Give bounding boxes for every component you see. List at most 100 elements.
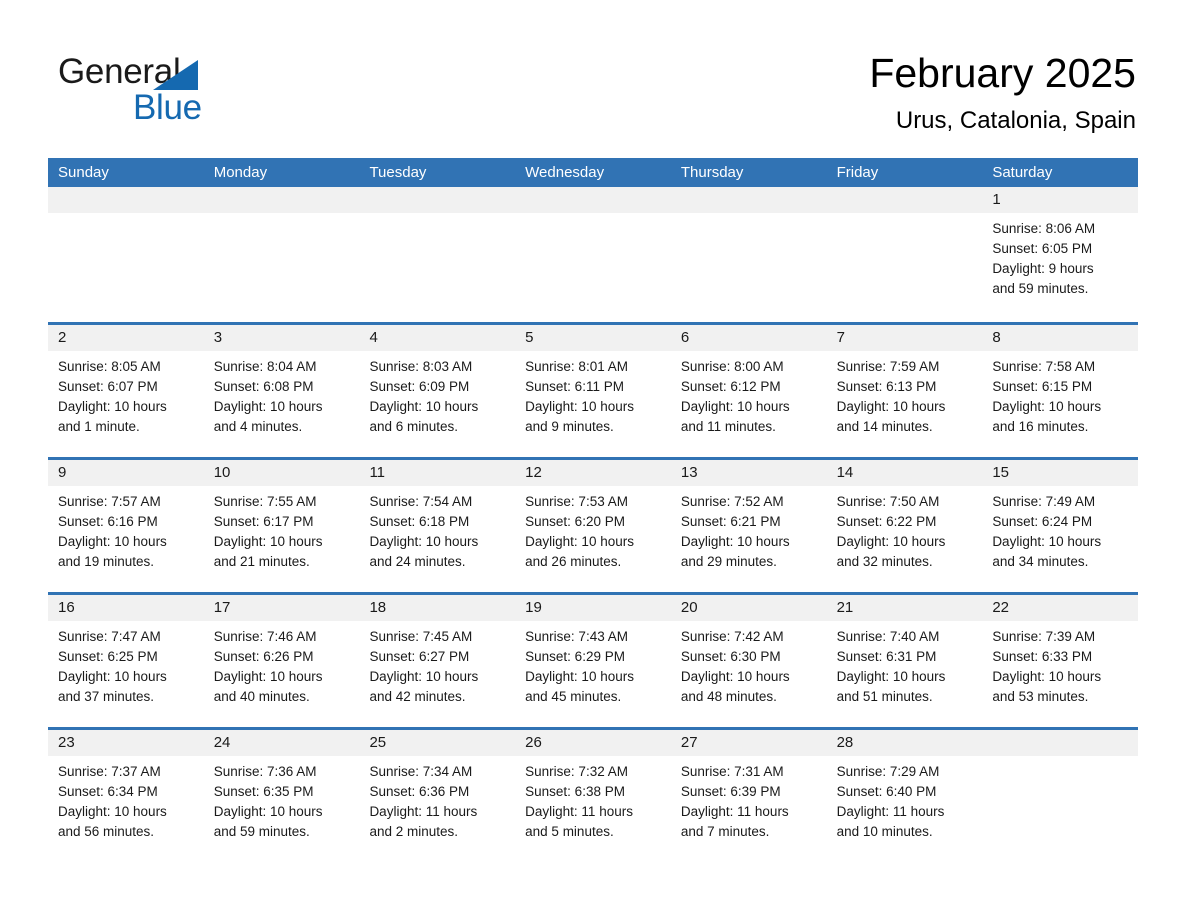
day-cell-15[interactable]: 15 Sunrise: 7:49 AM Sunset: 6:24 PM Dayligh… (982, 460, 1139, 592)
day-number: 24 (213, 734, 231, 751)
day-cell-22[interactable]: 22 Sunrise: 7:39 AM Sunset: 6:33 PM Dayligh… (982, 595, 1139, 727)
day-detail-line: and 6 minutes. (369, 419, 458, 434)
day-detail-line: Daylight: 10 hours (680, 669, 790, 684)
day-detail-line: Sunrise: 7:52 AM (680, 494, 784, 509)
day-detail-line: Daylight: 10 hours (525, 399, 634, 414)
day-detail-line: and 26 minutes. (525, 554, 622, 569)
day-number-band (359, 187, 516, 213)
day-cell-19[interactable]: 19 Sunrise: 7:43 AM Sunset: 6:29 PM Dayligh… (515, 595, 671, 727)
calendar-week-row: 16 Sunrise: 7:47 AM Sunset: 6:25 PM Dayligh… (48, 592, 1139, 727)
day-detail-line: Daylight: 10 hours (992, 534, 1102, 549)
day-number-band (670, 187, 827, 213)
day-cell-16[interactable]: 16 Sunrise: 7:47 AM Sunset: 6:25 PM Dayligh… (48, 595, 204, 727)
day-detail-line: and 19 minutes. (58, 554, 155, 569)
day-cell-12[interactable]: 12 Sunrise: 7:53 AM Sunset: 6:20 PM Dayligh… (515, 460, 671, 592)
day-number: 7 (836, 329, 845, 346)
day-details (48, 213, 204, 219)
day-number: 4 (369, 329, 378, 346)
day-number: 8 (992, 329, 1001, 346)
day-details: Sunrise: 7:36 AM Sunset: 6:35 PM Daylight:… (204, 756, 360, 842)
day-detail-line: Sunrise: 7:49 AM (992, 494, 1096, 509)
day-detail-line: Sunrise: 7:46 AM (213, 629, 317, 644)
page-title: February 2025 (869, 50, 1136, 96)
day-cell-21[interactable]: 21 Sunrise: 7:40 AM Sunset: 6:31 PM Dayligh… (826, 595, 983, 727)
day-cell-8[interactable]: 8 Sunrise: 7:58 AM Sunset: 6:15 PM Daylight… (982, 325, 1139, 457)
day-detail-line: Sunset: 6:13 PM (836, 379, 937, 394)
day-details: Sunrise: 7:57 AM Sunset: 6:16 PM Daylight:… (48, 486, 204, 572)
day-detail-line: and 10 minutes. (836, 824, 933, 839)
day-number: 1 (992, 191, 1001, 208)
day-detail-line: and 1 minute. (58, 419, 140, 434)
day-detail-line: Sunset: 6:40 PM (836, 784, 937, 799)
day-cell-9[interactable]: 9 Sunrise: 7:57 AM Sunset: 6:16 PM Daylight… (48, 460, 204, 592)
day-detail-line: Daylight: 10 hours (836, 669, 946, 684)
weekday-header-saturday: Saturday (992, 164, 1053, 181)
day-details (671, 213, 827, 219)
day-cell-empty (670, 187, 827, 322)
day-detail-line: Sunrise: 7:47 AM (58, 629, 161, 644)
day-detail-line: Sunrise: 7:40 AM (836, 629, 940, 644)
day-details (204, 213, 360, 219)
day-cell-23[interactable]: 23 Sunrise: 7:37 AM Sunset: 6:34 PM Dayligh… (48, 730, 204, 858)
day-cell-6[interactable]: 6 Sunrise: 8:00 AM Sunset: 6:12 PM Daylight… (670, 325, 827, 457)
day-detail-line: Sunrise: 7:54 AM (369, 494, 473, 509)
day-cell-27[interactable]: 27 Sunrise: 7:31 AM Sunset: 6:39 PM Dayligh… (670, 730, 827, 858)
day-detail-line: Daylight: 10 hours (680, 399, 790, 414)
day-detail-line: and 37 minutes. (58, 689, 155, 704)
day-detail-line: Daylight: 11 hours (680, 804, 789, 819)
day-number-band (515, 187, 671, 213)
weekday-header-friday: Friday (836, 164, 879, 181)
day-cell-1[interactable]: 1 Sunrise: 8:06 AM Sunset: 6:05 PM Daylight… (982, 187, 1139, 322)
day-cell-4[interactable]: 4 Sunrise: 8:03 AM Sunset: 6:09 PM Daylight… (359, 325, 516, 457)
day-detail-line: and 34 minutes. (992, 554, 1089, 569)
day-number: 10 (213, 464, 231, 481)
day-detail-line: Sunset: 6:39 PM (680, 784, 781, 799)
day-number-band: 18 (359, 595, 516, 621)
day-number: 20 (680, 599, 698, 616)
day-number: 15 (992, 464, 1009, 481)
day-cell-20[interactable]: 20 Sunrise: 7:42 AM Sunset: 6:30 PM Dayligh… (670, 595, 827, 727)
day-cell-7[interactable]: 7 Sunrise: 7:59 AM Sunset: 6:13 PM Daylight… (826, 325, 983, 457)
calendar-week-row: 23 Sunrise: 7:37 AM Sunset: 6:34 PM Dayligh… (48, 727, 1139, 858)
day-detail-line: Sunset: 6:08 PM (213, 379, 314, 394)
day-cell-11[interactable]: 11 Sunrise: 7:54 AM Sunset: 6:18 PM Dayligh… (359, 460, 516, 592)
day-cell-24[interactable]: 24 Sunrise: 7:36 AM Sunset: 6:35 PM Dayligh… (203, 730, 360, 858)
day-detail-line: Sunrise: 7:43 AM (525, 629, 628, 644)
day-cell-28[interactable]: 28 Sunrise: 7:29 AM Sunset: 6:40 PM Dayligh… (826, 730, 983, 858)
day-detail-line: Daylight: 10 hours (992, 399, 1102, 414)
day-number-band: 15 (982, 460, 1139, 486)
day-detail-line: Daylight: 10 hours (680, 534, 790, 549)
day-number-band: 14 (826, 460, 983, 486)
day-details: Sunrise: 7:58 AM Sunset: 6:15 PM Daylight:… (982, 351, 1138, 437)
day-cell-5[interactable]: 5 Sunrise: 8:01 AM Sunset: 6:11 PM Daylight… (515, 325, 671, 457)
day-cell-10[interactable]: 10 Sunrise: 7:55 AM Sunset: 6:17 PM Dayligh… (203, 460, 360, 592)
page-subtitle: Urus, Catalonia, Spain (895, 107, 1136, 134)
day-cell-14[interactable]: 14 Sunrise: 7:50 AM Sunset: 6:22 PM Dayligh… (826, 460, 983, 592)
day-detail-line: Sunrise: 8:01 AM (525, 359, 628, 374)
day-cell-26[interactable]: 26 Sunrise: 7:32 AM Sunset: 6:38 PM Dayligh… (515, 730, 671, 858)
day-number: 23 (58, 734, 75, 751)
day-number: 26 (525, 734, 542, 751)
day-cell-17[interactable]: 17 Sunrise: 7:46 AM Sunset: 6:26 PM Dayligh… (203, 595, 360, 727)
day-details: Sunrise: 7:53 AM Sunset: 6:20 PM Daylight:… (515, 486, 671, 572)
day-detail-line: Sunset: 6:07 PM (58, 379, 158, 394)
general-blue-logo[interactable]: General Blue (58, 52, 298, 128)
day-cell-25[interactable]: 25 Sunrise: 7:34 AM Sunset: 6:36 PM Dayligh… (359, 730, 516, 858)
day-detail-line: Sunset: 6:16 PM (58, 514, 158, 529)
day-number-band: 8 (982, 325, 1139, 351)
day-cell-empty (982, 730, 1139, 858)
calendar-week-row: 1 Sunrise: 8:06 AM Sunset: 6:05 PM Daylight… (48, 187, 1139, 322)
day-detail-line: and 32 minutes. (836, 554, 933, 569)
day-cell-2[interactable]: 2 Sunrise: 8:05 AM Sunset: 6:07 PM Daylight… (48, 325, 204, 457)
day-detail-line: Daylight: 10 hours (213, 534, 323, 549)
day-number-band: 19 (515, 595, 671, 621)
day-cell-18[interactable]: 18 Sunrise: 7:45 AM Sunset: 6:27 PM Dayligh… (359, 595, 516, 727)
day-detail-line: Sunset: 6:15 PM (992, 379, 1093, 394)
calendar-week-row: 9 Sunrise: 7:57 AM Sunset: 6:16 PM Daylight… (48, 457, 1139, 592)
day-cell-3[interactable]: 3 Sunrise: 8:04 AM Sunset: 6:08 PM Daylight… (203, 325, 360, 457)
day-cell-13[interactable]: 13 Sunrise: 7:52 AM Sunset: 6:21 PM Dayligh… (670, 460, 827, 592)
day-number: 27 (680, 734, 698, 751)
day-detail-line: Sunset: 6:34 PM (58, 784, 158, 799)
day-cell-empty (203, 187, 360, 322)
day-detail-line: and 48 minutes. (680, 689, 777, 704)
